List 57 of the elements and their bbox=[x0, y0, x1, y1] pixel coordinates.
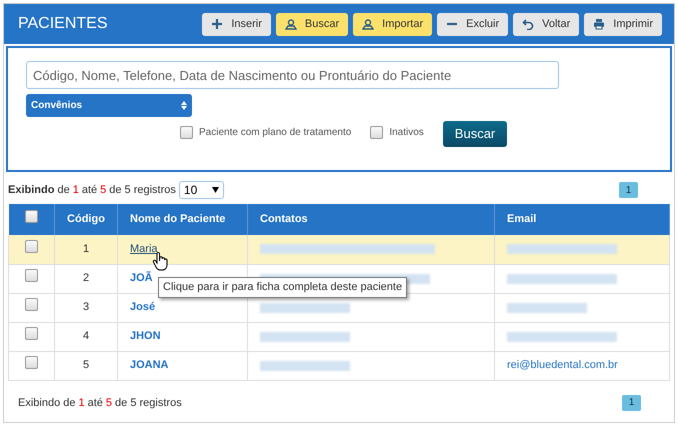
row-checkbox[interactable] bbox=[25, 298, 38, 312]
records-info: de 5 registros bbox=[115, 396, 182, 410]
records-info: 1 bbox=[72, 182, 79, 198]
code-cell: 1 bbox=[54, 235, 118, 264]
code-cell: 4 bbox=[54, 322, 118, 351]
page-button[interactable]: 1 bbox=[619, 182, 638, 198]
page-size-select[interactable]: 10 bbox=[178, 181, 224, 199]
checkbox[interactable] bbox=[180, 126, 193, 138]
row-checkbox[interactable] bbox=[25, 356, 38, 370]
person-icon bbox=[284, 18, 297, 30]
checkbox-label: Inativos bbox=[389, 126, 424, 140]
undo-icon bbox=[522, 18, 534, 30]
patient-name-link[interactable]: JOANA bbox=[130, 359, 169, 372]
patient-name-link[interactable]: JHON bbox=[130, 330, 161, 342]
plus-icon bbox=[211, 18, 224, 30]
toolbar-button[interactable]: Inserir bbox=[202, 12, 271, 36]
person-icon bbox=[362, 18, 374, 30]
search-button[interactable]: Buscar bbox=[442, 121, 508, 147]
dropdown-caret-icon bbox=[212, 187, 219, 193]
page-button[interactable]: 1 bbox=[622, 394, 641, 411]
records-info: até bbox=[88, 396, 103, 410]
toolbar-button[interactable]: Voltar bbox=[513, 12, 580, 36]
sort-icon bbox=[181, 101, 187, 110]
email-link[interactable]: rei@bluedental.com.br bbox=[507, 359, 618, 372]
row-checkbox[interactable] bbox=[25, 327, 38, 340]
records-info: até bbox=[82, 182, 98, 198]
code-cell: 3 bbox=[54, 293, 118, 322]
patient-name-link[interactable]: JOÃ bbox=[130, 272, 153, 284]
patient-name-link[interactable]: José bbox=[130, 301, 156, 314]
code-cell: 5 bbox=[54, 351, 118, 380]
toolbar-button[interactable]: Excluir bbox=[437, 12, 508, 36]
row-checkbox[interactable] bbox=[25, 240, 38, 253]
checkbox-label: Paciente com plano de tratamento bbox=[199, 126, 352, 140]
table-row[interactable]: 4 JHON bbox=[8, 322, 670, 351]
records-info: de bbox=[57, 182, 70, 198]
printer-icon bbox=[593, 18, 606, 30]
table-row[interactable]: 3 José bbox=[8, 293, 670, 322]
toolbar-button[interactable]: Importar bbox=[353, 12, 432, 36]
records-info: Exibindo bbox=[8, 182, 54, 198]
records-info: de 5 registros bbox=[109, 182, 176, 198]
convenios-select[interactable]: Convênios bbox=[26, 94, 192, 117]
page-title: PACIENTES bbox=[18, 14, 108, 34]
code-cell: 2 bbox=[54, 264, 118, 293]
patient-name-link[interactable]: Maria bbox=[130, 243, 158, 255]
toolbar-button[interactable]: Imprimir bbox=[584, 12, 662, 36]
toolbar-button[interactable]: Buscar bbox=[276, 12, 348, 36]
records-info: 1 bbox=[78, 396, 85, 410]
select-all-checkbox[interactable] bbox=[24, 210, 38, 224]
records-info: 5 bbox=[100, 182, 106, 198]
table-row[interactable]: 1 Maria bbox=[8, 235, 670, 264]
records-info: 5 bbox=[106, 396, 112, 410]
records-info: Exibindo de bbox=[18, 396, 76, 410]
search-field[interactable]: Código, Nome, Telefone, Data de Nascimento ou Prontuário do Paciente bbox=[26, 61, 559, 89]
table-row[interactable]: 5 JOANA rei@bluedental.com.br bbox=[8, 351, 670, 380]
row-checkbox[interactable] bbox=[25, 269, 38, 282]
tooltip: Clique para ir para ficha completa deste paciente bbox=[158, 277, 408, 298]
checkbox[interactable] bbox=[370, 126, 384, 138]
